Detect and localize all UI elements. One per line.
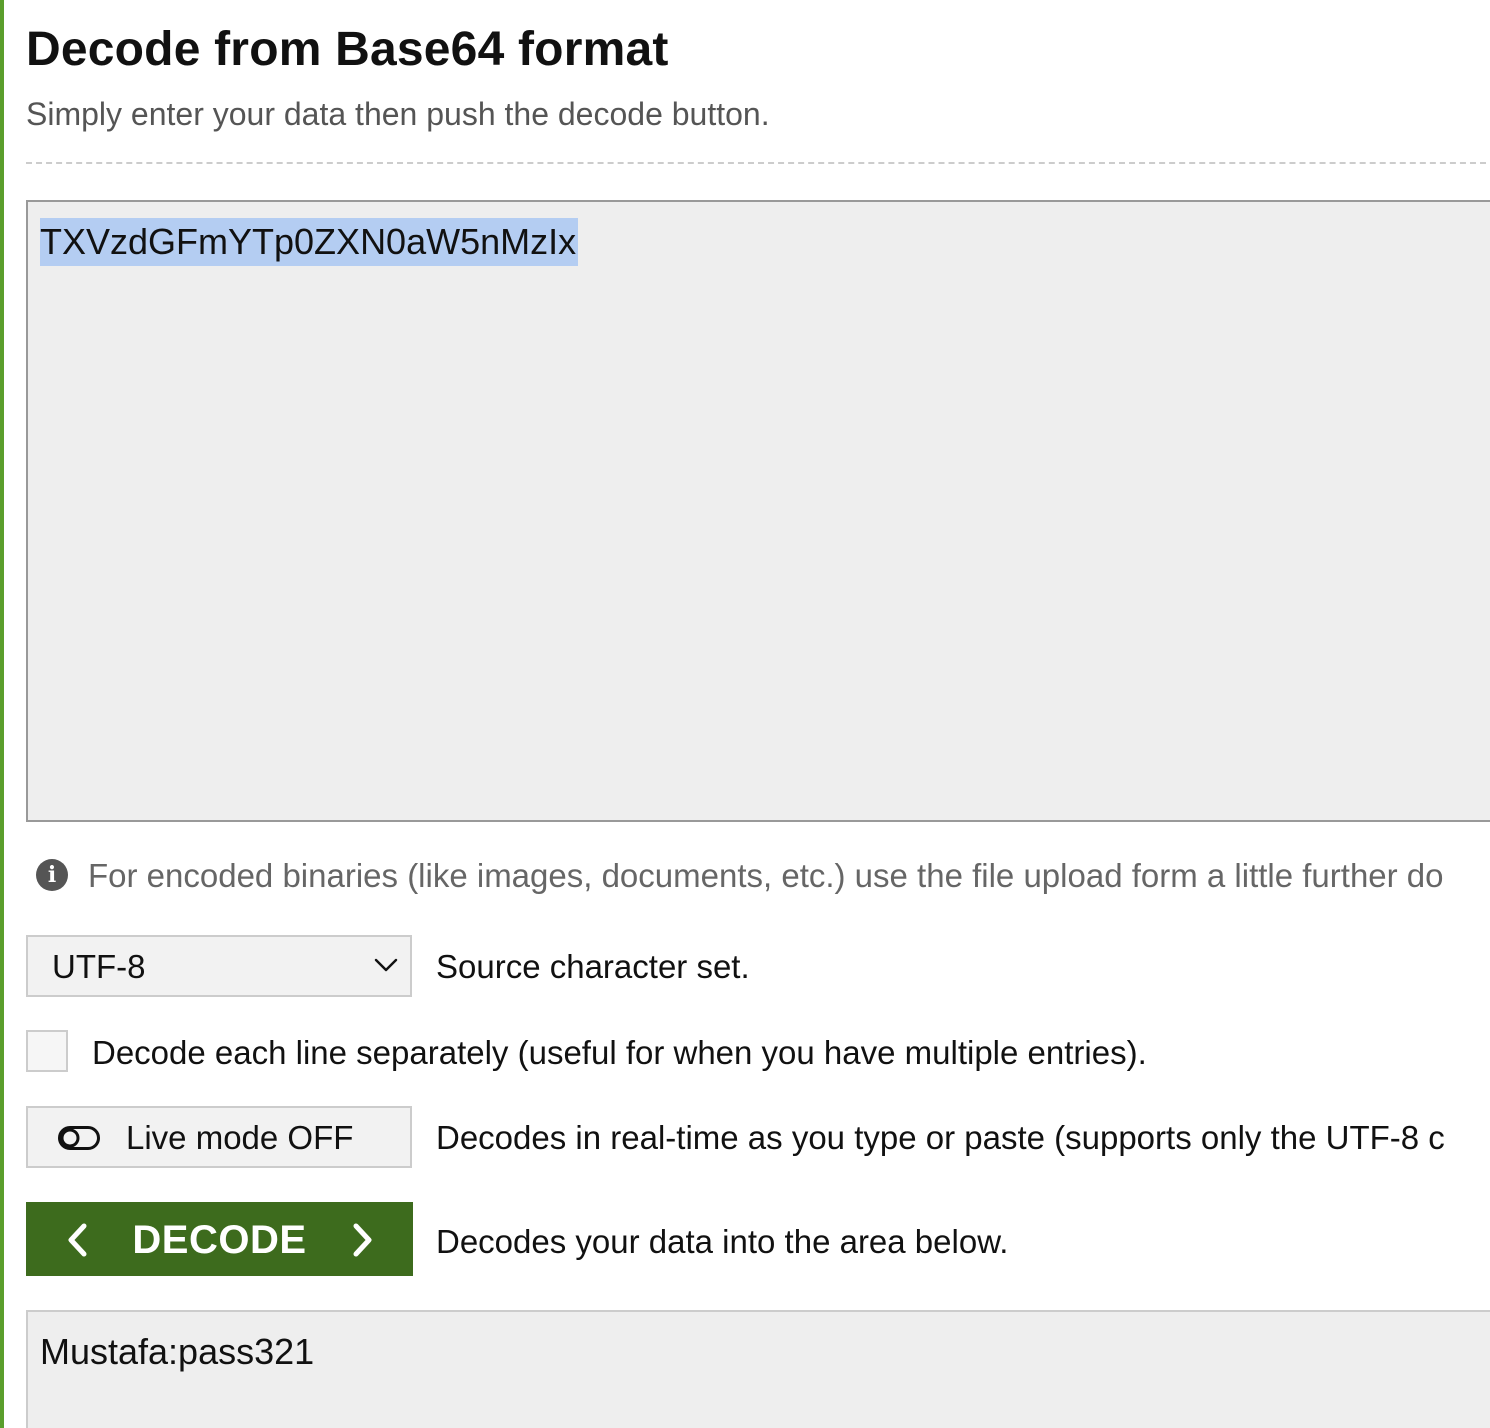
live-mode-label: Live mode OFF [126, 1119, 354, 1156]
toggle-off-icon [58, 1126, 100, 1150]
decoded-output-textarea[interactable]: Mustafa:pass321 [26, 1310, 1490, 1428]
page-subtitle: Simply enter your data then push the dec… [26, 96, 770, 132]
info-icon: i [36, 859, 68, 891]
page: Decode from Base64 format Simply enter y… [0, 0, 1490, 1428]
chevron-right-icon [353, 1223, 372, 1257]
decode-each-line-label[interactable]: Decode each line separately (useful for … [92, 1033, 1147, 1073]
decode-button[interactable]: DECODE [26, 1202, 413, 1276]
live-mode-description: Decodes in real-time as you type or past… [436, 1119, 1445, 1156]
dashed-divider [26, 162, 1486, 164]
left-accent-bar [0, 0, 4, 1428]
page-title: Decode from Base64 format [26, 23, 669, 76]
decode-description: Decodes your data into the area below. [436, 1223, 1009, 1260]
decode-each-line-checkbox[interactable] [26, 1030, 68, 1072]
base64-input-textarea[interactable]: TXVzdGFmYTp0ZXN0aW5nMzIx [26, 200, 1490, 822]
charset-select[interactable]: UTF-8 [26, 935, 412, 997]
output-text: Mustafa:pass321 [40, 1331, 315, 1372]
input-text-selected: TXVzdGFmYTp0ZXN0aW5nMzIx [40, 218, 579, 266]
info-text: For encoded binaries (like images, docum… [88, 857, 1444, 894]
charset-selected-value: UTF-8 [52, 948, 146, 985]
live-mode-toggle-button[interactable]: Live mode OFF [26, 1106, 412, 1168]
chevron-down-icon [374, 958, 398, 972]
charset-label: Source character set. [436, 948, 750, 985]
